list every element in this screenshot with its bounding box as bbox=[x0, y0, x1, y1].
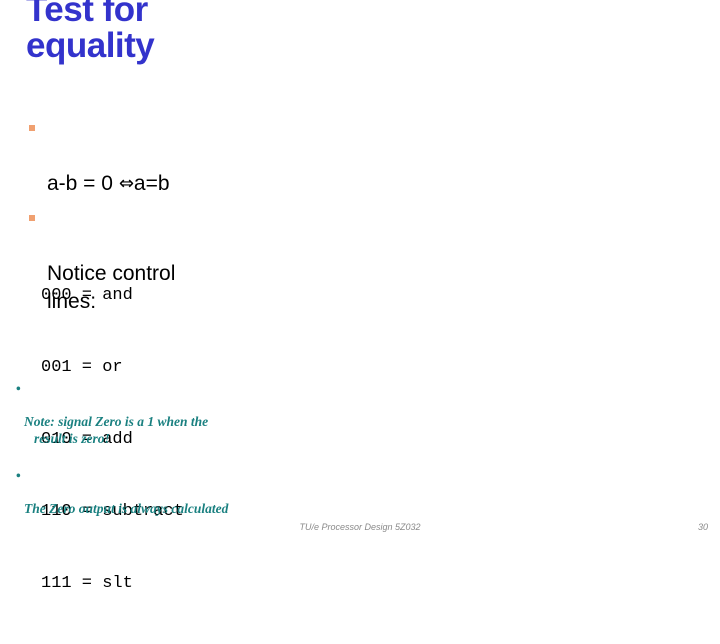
notes-block: • Note: signal Zero is a 1 when the resu… bbox=[16, 381, 436, 521]
code-line: 111 = slt bbox=[41, 574, 133, 593]
dot-bullet-icon: • bbox=[16, 467, 21, 483]
footer-course-label: TU/e Processor Design 5Z032 bbox=[299, 522, 421, 532]
note-line-2: result is zero! bbox=[34, 430, 110, 446]
square-bullet-icon bbox=[29, 125, 35, 131]
bullet-text-lead: a-b = 0 bbox=[47, 172, 119, 195]
left-right-double-arrow-icon: ⇔ bbox=[118, 173, 134, 194]
slide-canvas: Test for equality a-b = 0 ⇔a=b Notice co… bbox=[0, 0, 720, 593]
note-item: • Note: signal Zero is a 1 when the resu… bbox=[16, 381, 436, 464]
bullet-text-trail: a=b bbox=[133, 172, 170, 195]
square-bullet-icon bbox=[29, 215, 35, 221]
note-line-1: Note: signal Zero is a 1 when the bbox=[24, 414, 209, 429]
code-line: 000 = and bbox=[41, 286, 133, 305]
note-line-1: The Zero output is always calculated bbox=[24, 500, 229, 516]
list-item: a-b = 0 ⇔a=b bbox=[24, 114, 264, 198]
page-number: 30 bbox=[697, 522, 708, 532]
dot-bullet-icon: • bbox=[16, 381, 21, 396]
code-line: 001 = or bbox=[41, 358, 123, 377]
note-item: • The Zero output is always calculated bbox=[16, 468, 436, 518]
page-title: Test for equality bbox=[26, 0, 155, 65]
